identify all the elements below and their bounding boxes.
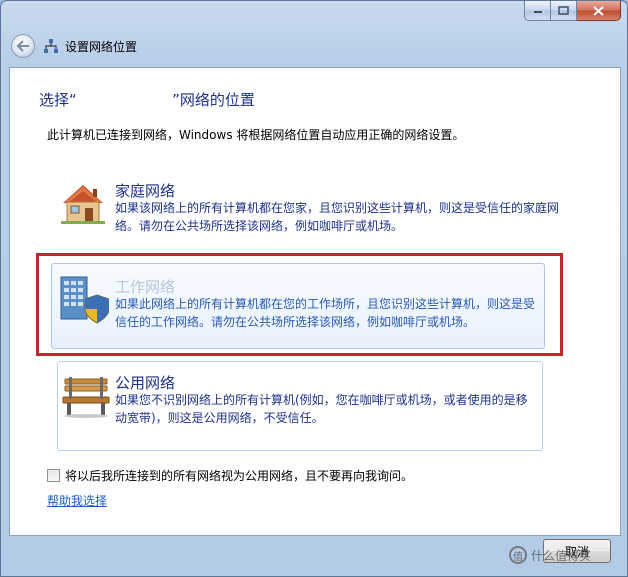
home-network-description: 如果该网络上的所有计算机都在您家，且您识别这些计算机，则这是受信任的家庭网络。请… — [115, 201, 560, 233]
watermark-logo-icon: 值 — [509, 546, 527, 564]
page-description: 此计算机已连接到网络，Windows 将根据网络位置自动应用正确的网络设置。 — [47, 128, 465, 142]
network-icon — [44, 39, 58, 53]
checkbox-label: 将以后我所连接到的所有网络视为公用网络，且不要再向我询问。 — [65, 469, 414, 483]
navigation-bar: 设置网络位置 — [11, 34, 137, 58]
watermark-text: 什么值得买 — [531, 548, 592, 563]
minimize-icon — [533, 10, 542, 13]
minimize-button[interactable] — [524, 1, 551, 21]
park-bench-icon — [62, 377, 110, 418]
close-icon — [593, 5, 604, 16]
home-network-title: 家庭网络 — [115, 182, 176, 200]
maximize-button[interactable] — [551, 1, 577, 21]
watermark: 值 什么值得买 — [509, 546, 591, 564]
maximize-icon — [558, 6, 569, 15]
treat-all-public-checkbox[interactable] — [47, 469, 60, 482]
public-network-title: 公用网络 — [115, 374, 176, 392]
dialog-window: 设置网络位置 选择“ ”网络的位置 此计算机已连接到网络，Windows 将根据… — [0, 0, 628, 577]
treat-all-public-checkbox-row[interactable]: 将以后我所连接到的所有网络视为公用网络，且不要再向我询问。 — [47, 467, 413, 484]
window-title: 设置网络位置 — [65, 39, 138, 54]
close-button[interactable] — [577, 1, 621, 21]
red-highlight-annotation — [36, 253, 563, 356]
house-icon — [61, 185, 105, 224]
back-button[interactable] — [11, 34, 35, 58]
caption-buttons — [524, 1, 621, 21]
page-heading: 选择“ ”网络的位置 — [39, 91, 255, 109]
back-arrow-icon — [16, 40, 29, 52]
help-me-choose-link[interactable]: 帮助我选择 — [47, 492, 107, 509]
public-network-description: 如果您不识别网络上的所有计算机(例如，您在咖啡厅或机场，或者使用的是移动宽带)，… — [115, 393, 528, 425]
